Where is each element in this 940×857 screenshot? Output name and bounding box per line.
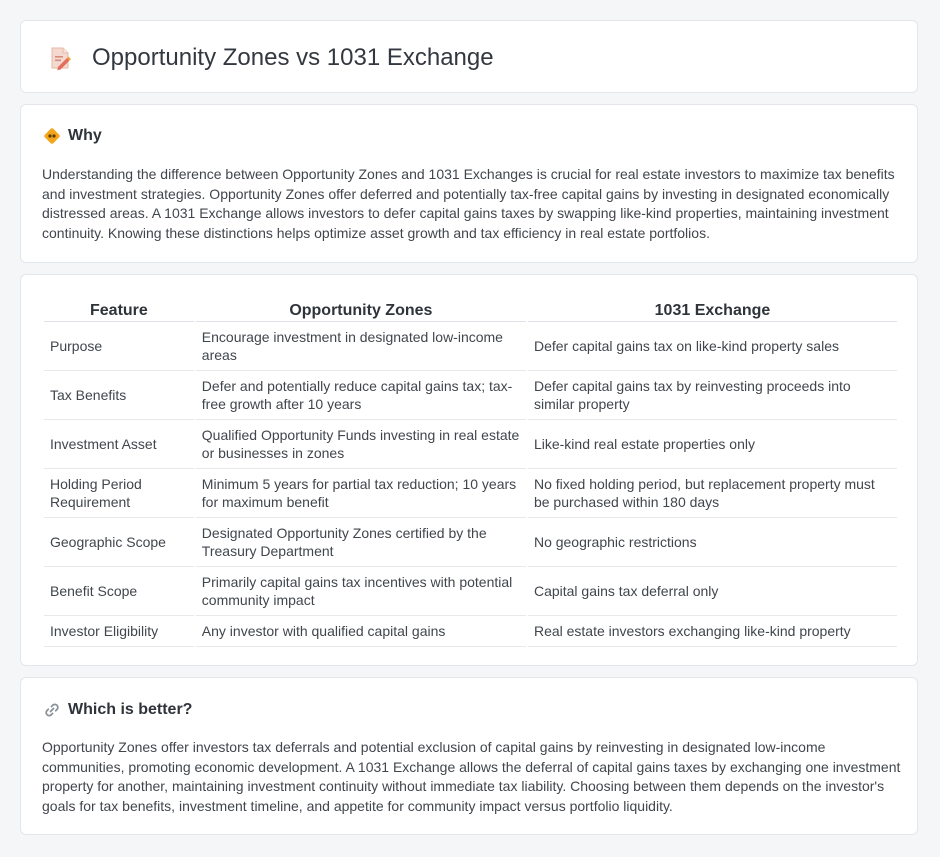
title-card: Opportunity Zones vs 1031 Exchange [20,20,918,93]
table-row: Holding Period Requirement Minimum 5 yea… [44,469,897,518]
opportunity-zones-cell: Qualified Opportunity Funds investing in… [195,420,526,469]
better-header: Which is better? [43,701,192,719]
table-row: Tax Benefits Defer and potentially reduc… [44,371,897,420]
opportunity-zones-cell: Minimum 5 years for partial tax reductio… [195,469,526,518]
feature-cell: Holding Period Requirement [44,469,194,518]
page-title: Opportunity Zones vs 1031 Exchange [92,44,494,71]
table-row: Geographic Scope Designated Opportunity … [44,518,897,567]
link-icon [45,703,59,717]
why-text: Understanding the difference between Opp… [42,166,895,241]
table-header-row: Feature Opportunity Zones 1031 Exchange [44,295,897,322]
which-is-better-section: Which is better? Opportunity Zones offer… [20,677,918,835]
opportunity-zones-cell: Designated Opportunity Zones certified b… [195,518,526,567]
comparison-table: Feature Opportunity Zones 1031 Exchange … [42,295,899,647]
header-feature: Feature [44,295,194,322]
feature-cell: Geographic Scope [44,518,194,567]
opportunity-zones-cell: Defer and potentially reduce capital gai… [195,371,526,420]
table-row: Investment Asset Qualified Opportunity F… [44,420,897,469]
exchange-cell: No fixed holding period, but replacement… [527,469,897,518]
better-heading: Which is better? [68,701,193,718]
opportunity-zones-cell: Any investor with qualified capital gain… [195,616,526,647]
opportunity-zones-cell: Primarily capital gains tax incentives w… [195,567,526,616]
feature-cell: Purpose [44,322,194,371]
feature-cell: Investment Asset [44,420,194,469]
table-row: Purpose Encourage investment in designat… [44,322,897,371]
feature-cell: Investor Eligibility [44,616,194,647]
exchange-cell: No geographic restrictions [527,518,897,567]
why-header: Why [43,127,102,145]
header-1031-exchange: 1031 Exchange [527,295,897,322]
document-pencil-icon [51,47,71,71]
feature-cell: Tax Benefits [44,371,194,420]
why-section: Why Understanding the difference between… [20,104,918,263]
exchange-cell: Capital gains tax deferral only [527,567,897,616]
header-opportunity-zones: Opportunity Zones [195,295,526,322]
diamond-sign-icon [44,128,60,144]
exchange-cell: Defer capital gains tax by reinvesting p… [527,371,897,420]
why-heading: Why [68,127,102,144]
table-row: Investor Eligibility Any investor with q… [44,616,897,647]
exchange-cell: Defer capital gains tax on like-kind pro… [527,322,897,371]
exchange-cell: Like-kind real estate properties only [527,420,897,469]
table-row: Benefit Scope Primarily capital gains ta… [44,567,897,616]
opportunity-zones-cell: Encourage investment in designated low-i… [195,322,526,371]
better-text: Opportunity Zones offer investors tax de… [42,739,901,814]
comparison-section: Feature Opportunity Zones 1031 Exchange … [20,274,918,666]
feature-cell: Benefit Scope [44,567,194,616]
exchange-cell: Real estate investors exchanging like-ki… [527,616,897,647]
